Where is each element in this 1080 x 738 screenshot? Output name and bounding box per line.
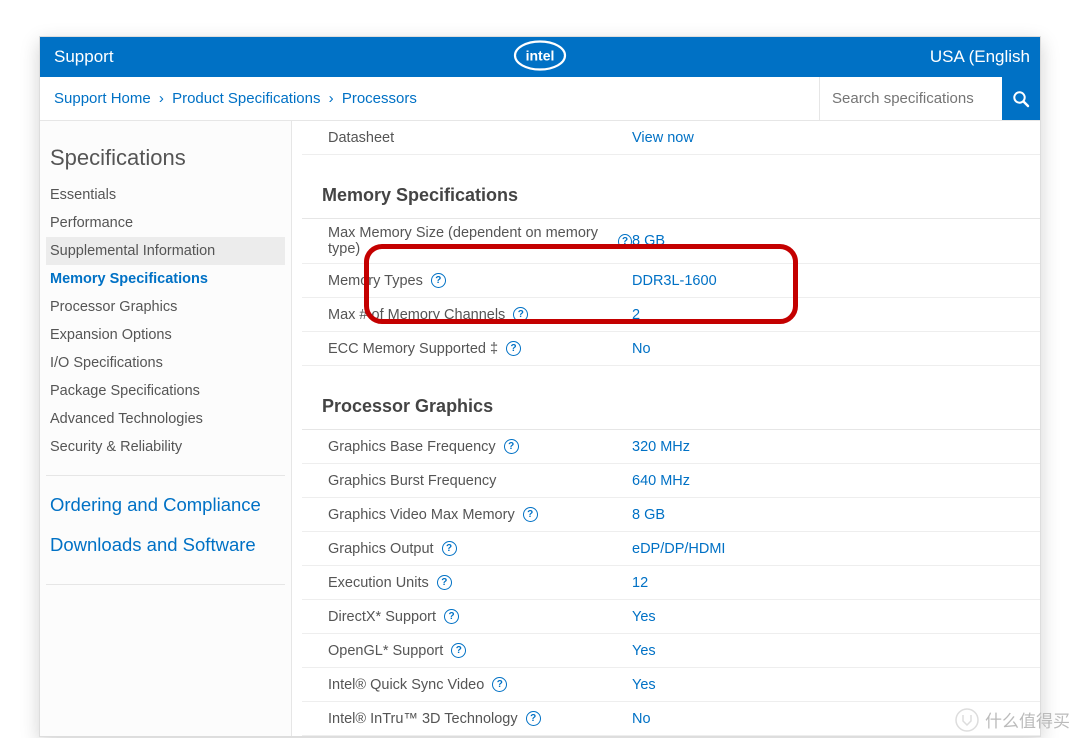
spec-value: 2 <box>632 307 640 323</box>
breadcrumb: Support Home › Product Specifications › … <box>40 90 819 107</box>
section-title: Memory Specifications <box>302 171 1040 219</box>
search-icon <box>1012 90 1030 108</box>
spec-value: 8 GB <box>632 507 665 523</box>
spec-label: Graphics Video Max Memory? <box>302 507 632 523</box>
svg-text:intel: intel <box>526 48 555 64</box>
sidebar-item-io[interactable]: I/O Specifications <box>46 349 285 377</box>
sidebar-item-security[interactable]: Security & Reliability <box>46 433 285 461</box>
sidebar-item-package[interactable]: Package Specifications <box>46 377 285 405</box>
spec-label: Execution Units? <box>302 575 632 591</box>
sidebar-title: Specifications <box>46 121 285 181</box>
spec-row: Intel® Quick Sync Video?Yes <box>302 668 1040 702</box>
spec-label: Memory Types? <box>302 273 632 289</box>
spec-label: DirectX* Support? <box>302 609 632 625</box>
spec-label: Max Memory Size (dependent on memory typ… <box>302 225 632 257</box>
spec-section: Processor GraphicsGraphics Base Frequenc… <box>302 366 1040 736</box>
spec-row: Intel® InTru™ 3D Technology?No <box>302 702 1040 736</box>
spec-value: 320 MHz <box>632 439 690 455</box>
spec-value: eDP/DP/HDMI <box>632 541 725 557</box>
spec-value: 640 MHz <box>632 473 690 489</box>
spec-row: Execution Units?12 <box>302 566 1040 600</box>
support-link[interactable]: Support <box>40 47 128 67</box>
sidebar-item-essentials[interactable]: Essentials <box>46 181 285 209</box>
sidebar-item-advanced[interactable]: Advanced Technologies <box>46 405 285 433</box>
search-button[interactable] <box>1002 77 1040 120</box>
search-input[interactable] <box>820 77 1002 120</box>
sidebar-ordering[interactable]: Ordering and Compliance <box>46 480 285 520</box>
spec-label: Intel® Quick Sync Video? <box>302 677 632 693</box>
help-icon[interactable]: ? <box>442 541 457 556</box>
spec-value: Yes <box>632 643 656 659</box>
help-icon[interactable]: ? <box>526 711 541 726</box>
help-icon[interactable]: ? <box>492 677 507 692</box>
intel-logo[interactable]: intel <box>512 39 568 76</box>
spec-row: Max Memory Size (dependent on memory typ… <box>302 219 1040 264</box>
sidebar-item-memory[interactable]: Memory Specifications <box>46 265 285 293</box>
spec-row: DirectX* Support?Yes <box>302 600 1040 634</box>
help-icon[interactable]: ? <box>431 273 446 288</box>
spec-value: DDR3L-1600 <box>632 273 717 289</box>
spec-value: No <box>632 711 651 727</box>
spec-row: Max # of Memory Channels?2 <box>302 298 1040 332</box>
main-content: Datasheet View now Memory Specifications… <box>292 121 1040 736</box>
spec-row: Graphics Base Frequency?320 MHz <box>302 430 1040 464</box>
section-title: Processor Graphics <box>302 382 1040 430</box>
help-icon[interactable]: ? <box>444 609 459 624</box>
sidebar-item-expansion[interactable]: Expansion Options <box>46 321 285 349</box>
watermark: 什么值得买 <box>955 707 1070 732</box>
spec-value: 12 <box>632 575 648 591</box>
region-selector[interactable]: USA (English <box>930 47 1040 67</box>
spec-row: ECC Memory Supported ‡?No <box>302 332 1040 366</box>
help-icon[interactable]: ? <box>523 507 538 522</box>
sidebar-separator <box>46 584 285 585</box>
spec-label: Graphics Output? <box>302 541 632 557</box>
help-icon[interactable]: ? <box>504 439 519 454</box>
breadcrumb-link[interactable]: Product Specifications <box>172 90 320 107</box>
spec-value: Yes <box>632 609 656 625</box>
sidebar-item-graphics[interactable]: Processor Graphics <box>46 293 285 321</box>
help-icon[interactable]: ? <box>506 341 521 356</box>
spec-label: Datasheet <box>302 130 632 146</box>
spec-row: Graphics Video Max Memory?8 GB <box>302 498 1040 532</box>
spec-section: Memory Specifications Max Memory Size (de… <box>302 155 1040 366</box>
spec-row: Graphics Output?eDP/DP/HDMI <box>302 532 1040 566</box>
sidebar: Specifications Essentials Performance Su… <box>40 121 292 736</box>
spec-row: Graphics Burst Frequency640 MHz <box>302 464 1040 498</box>
spec-row: OpenGL* Support?Yes <box>302 634 1040 668</box>
spec-value: 8 GB <box>632 233 665 249</box>
spec-row: Datasheet View now <box>302 121 1040 155</box>
datasheet-link[interactable]: View now <box>632 130 694 146</box>
help-icon[interactable]: ? <box>513 307 528 322</box>
sidebar-separator <box>46 475 285 476</box>
spec-label: Max # of Memory Channels? <box>302 307 632 323</box>
sidebar-item-performance[interactable]: Performance <box>46 209 285 237</box>
breadcrumb-link[interactable]: Support Home <box>54 90 151 107</box>
sidebar-downloads[interactable]: Downloads and Software <box>46 520 285 560</box>
spec-label: ECC Memory Supported ‡? <box>302 341 632 357</box>
help-icon[interactable]: ? <box>451 643 466 658</box>
spec-label: OpenGL* Support? <box>302 643 632 659</box>
spec-value: Yes <box>632 677 656 693</box>
help-icon[interactable]: ? <box>437 575 452 590</box>
spec-label: Graphics Burst Frequency <box>302 473 632 489</box>
help-icon[interactable]: ? <box>618 234 632 249</box>
spec-value: No <box>632 341 651 357</box>
sidebar-item-supplemental[interactable]: Supplemental Information <box>46 237 285 265</box>
breadcrumb-sep: › <box>155 90 168 107</box>
search-wrap <box>819 77 1040 120</box>
spec-label: Graphics Base Frequency? <box>302 439 632 455</box>
spec-row: Memory Types?DDR3L-1600 <box>302 264 1040 298</box>
sub-bar: Support Home › Product Specifications › … <box>40 77 1040 121</box>
breadcrumb-link[interactable]: Processors <box>342 90 417 107</box>
breadcrumb-sep: › <box>325 90 338 107</box>
spec-label: Intel® InTru™ 3D Technology? <box>302 711 632 727</box>
top-bar: Support intel USA (English <box>40 37 1040 77</box>
